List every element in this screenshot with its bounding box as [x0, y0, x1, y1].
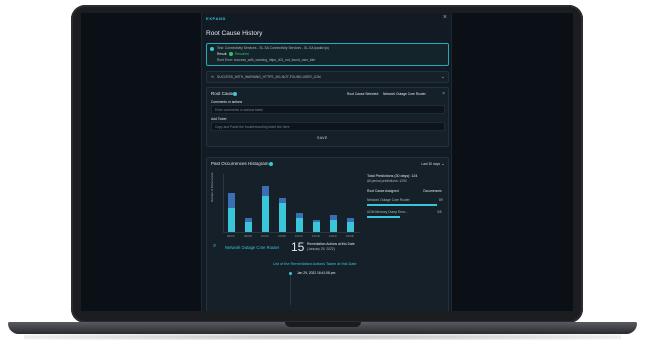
selected-cause-value: Network Outage Core Router [383, 92, 426, 96]
histogram-bar[interactable] [313, 219, 320, 223]
histogram-bar[interactable] [262, 186, 269, 196]
close-icon[interactable]: × [443, 14, 447, 21]
histogram-bar[interactable] [279, 198, 286, 203]
envelope-icon: ✉ [211, 75, 214, 79]
timeline-line [290, 275, 291, 305]
x-tick-label: 10/23 [329, 234, 337, 238]
root-cause-label: Root Cause [211, 91, 235, 96]
x-tick-label: 10/13 [295, 234, 303, 238]
status-result-label: Result: [217, 52, 228, 56]
col-occurrences: Occurrences [423, 189, 442, 193]
comments-label: Comments or actions [211, 100, 243, 104]
collapsed-row[interactable]: ✉ SUCCESS_WITH_WARNING_HTTPS_401-NOT-FOU… [206, 71, 449, 83]
ticket-placeholder: Copy and Paste the troubleshooting ticke… [215, 124, 290, 129]
row-progress-1 [367, 204, 437, 206]
row-count-2: 3/5 [437, 210, 442, 214]
y-axis-label: Number of Occurrences [210, 172, 214, 202]
status-line-test: Test: Connectivity Services - SL-SA Conn… [217, 46, 329, 50]
ticket-input[interactable]: Copy and Paste the troubleshooting ticke… [211, 122, 445, 131]
row-cause-2[interactable]: UDM Memory Dump Error... [367, 210, 408, 214]
laptop-shadow [24, 334, 621, 340]
histogram-chart: Number of Occurrences 09/23 09/28 10/03 10/… [210, 172, 361, 238]
remediation-label: Remediation Actions at this Date [307, 242, 355, 246]
close-icon[interactable]: × [442, 91, 445, 97]
row-progress-2 [367, 216, 400, 218]
status-result-value: Resolved [235, 52, 249, 56]
histogram-bar[interactable] [313, 222, 320, 232]
laptop-lid: EXPAND × Root Cause History Test: Connec… [71, 5, 583, 323]
row-cause-1[interactable]: Network Outage Core Router [367, 198, 410, 202]
histogram-bar[interactable] [296, 217, 303, 232]
selected-cause-label: Root Cause Selected: [347, 92, 380, 96]
collapsed-row-label: SUCCESS_WITH_WARNING_HTTPS_401-NOT-FOUND… [217, 75, 321, 79]
laptop-screen: EXPAND × Root Cause History Test: Connec… [81, 13, 573, 311]
bars-layer: 09/23 09/28 10/03 10/08 10/13 10/18 10/23 10/28 [223, 174, 360, 238]
histogram-bar[interactable] [296, 212, 303, 218]
comments-input[interactable]: Enter comments or actions taken [211, 105, 445, 114]
status-card: Test: Connectivity Services - SL-SA Conn… [206, 43, 449, 66]
summary-all: All period predictions: 1290 [367, 179, 407, 183]
x-tick-label: 10/03 [261, 234, 269, 238]
x-tick-label: 09/28 [244, 234, 252, 238]
expand-button[interactable]: EXPAND [206, 16, 226, 21]
histogram-bar[interactable] [330, 215, 337, 220]
root-cause-history-panel: EXPAND × Root Cause History Test: Connec… [201, 13, 452, 311]
remediation-cause-link[interactable]: Network Outage Core Router [225, 245, 279, 250]
x-tick-label: 10/08 [278, 234, 286, 238]
col-cause: Root Cause Assigned [367, 189, 399, 193]
check-icon [229, 52, 233, 56]
info-icon [269, 162, 273, 166]
x-tick-label: 09/23 [227, 234, 235, 238]
root-cause-card: Root Cause Root Cause Selected: Network … [206, 87, 449, 147]
histogram-bar[interactable] [279, 203, 286, 232]
remediation-count: 15 [291, 240, 305, 254]
range-select[interactable]: Last 30 days [421, 162, 440, 166]
save-button[interactable]: SAVE [317, 136, 328, 140]
comments-placeholder: Enter comments or actions taken [215, 107, 264, 112]
histogram-title: Past Occurrences Histogram [211, 161, 269, 166]
histogram-bar[interactable] [228, 193, 235, 208]
remediation-list-title[interactable]: List of the Remediation Actions Taken at… [273, 262, 357, 266]
panel-title: Root Cause History [206, 30, 263, 37]
timeline-entry-date: Jan 29, 2022 16:41:08 pm [297, 271, 336, 275]
histogram-card: Past Occurrences Histogram Last 30 days … [206, 157, 449, 311]
histogram-bar[interactable] [330, 219, 337, 232]
search-icon[interactable]: ⌕ [213, 243, 216, 250]
chevron-down-icon[interactable]: ⌄ [441, 74, 445, 80]
summary-total: Total Predictions (30 days): 124 [367, 174, 418, 178]
info-icon [210, 47, 214, 51]
x-tick-label: 10/28 [346, 234, 354, 238]
x-tick-label: 10/18 [312, 234, 320, 238]
laptop-notch [285, 322, 361, 327]
remediation-date: (January 29, 2022) [307, 247, 335, 251]
status-line-error: Root Error: success_with_warning_https_4… [217, 58, 316, 62]
histogram-bar[interactable] [347, 222, 354, 232]
histogram-bar[interactable] [262, 195, 269, 232]
ticket-label: Add Ticket [211, 117, 227, 121]
histogram-bar[interactable] [347, 217, 354, 223]
chevron-down-icon[interactable]: ⌄ [441, 161, 445, 167]
histogram-bar[interactable] [245, 217, 252, 223]
row-count-1: 89 [439, 198, 443, 202]
histogram-bar[interactable] [228, 207, 235, 232]
info-icon [233, 92, 237, 96]
histogram-bar[interactable] [245, 222, 252, 232]
